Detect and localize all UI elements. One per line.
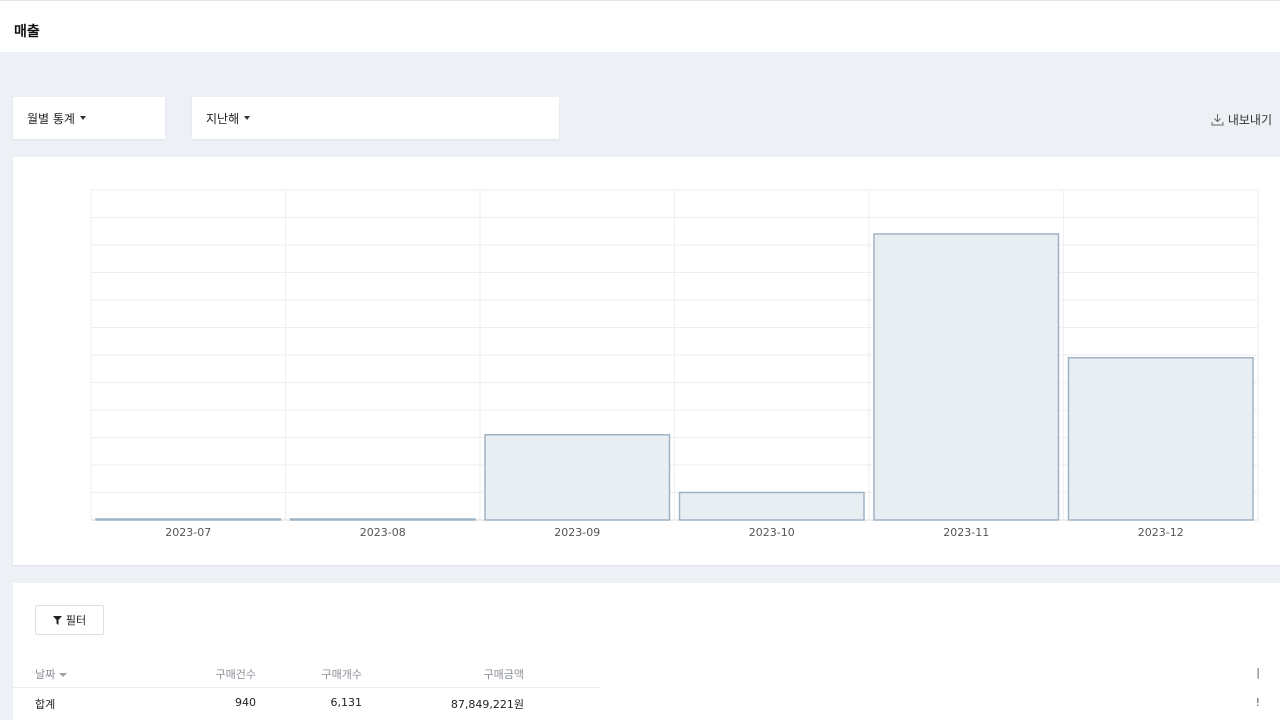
caret-down-icon xyxy=(79,116,86,120)
top-bar: 매출 xyxy=(0,0,1280,52)
filter-label: 필터 xyxy=(65,614,87,627)
summary-label: 합계 xyxy=(35,698,56,711)
bar-2023-10 xyxy=(678,491,865,521)
x-tick-label: 2023-11 xyxy=(943,526,989,539)
period-dropdown-label: 월별 통계 xyxy=(27,111,75,126)
download-icon xyxy=(1211,114,1224,126)
export-button[interactable]: 내보내기 xyxy=(1211,111,1272,128)
range-dropdown-label: 지난해 xyxy=(206,111,240,126)
funnel-icon xyxy=(52,615,62,625)
summary-amount: 87,849,221원 xyxy=(450,698,524,711)
x-tick-label: 2023-12 xyxy=(1138,526,1184,539)
column-header-date[interactable]: 날짜 xyxy=(35,666,68,682)
column-header-items[interactable]: 구매개수 xyxy=(322,666,362,682)
summary-row-mark: ! xyxy=(1255,696,1260,709)
bar-2023-07 xyxy=(95,518,282,521)
bar-2023-11 xyxy=(873,233,1060,521)
column-header-orders[interactable]: 구매건수 xyxy=(216,666,256,682)
column-header-date-label: 날짜 xyxy=(35,668,56,681)
x-tick-label: 2023-07 xyxy=(165,526,211,539)
period-dropdown[interactable]: 월별 통계 xyxy=(13,97,165,139)
summary-orders: 940 xyxy=(235,696,256,709)
sales-table-card: 필터 날짜 구매건수 구매개수 구매금액 | 합계 940 6,131 87,8… xyxy=(13,583,1280,720)
bar-2023-09 xyxy=(484,434,671,521)
summary-items: 6,131 xyxy=(330,696,363,709)
x-tick-label: 2023-10 xyxy=(749,526,795,539)
caret-down-icon xyxy=(244,116,251,120)
bar-2023-12 xyxy=(1067,357,1254,521)
x-tick-label: 2023-09 xyxy=(554,526,600,539)
sales-chart-card: 2023-07 2023-08 2023-09 2023-10 2023-11 2023-… xyxy=(13,157,1280,565)
x-tick-label: 2023-08 xyxy=(360,526,406,539)
row-divider xyxy=(13,687,600,688)
column-header-amount[interactable]: 구매금액 xyxy=(484,666,524,682)
page-title: 매출 xyxy=(14,24,40,40)
sales-bar-chart: 2023-07 2023-08 2023-09 2023-10 2023-11 2023-… xyxy=(90,189,1259,539)
range-dropdown[interactable]: 지난해 xyxy=(192,97,559,139)
filter-button[interactable]: 필터 xyxy=(35,605,104,635)
export-label: 내보내기 xyxy=(1227,113,1272,127)
column-resize-handle[interactable]: | xyxy=(1256,666,1260,679)
bar-2023-08 xyxy=(289,518,476,521)
sort-down-icon xyxy=(59,673,68,677)
